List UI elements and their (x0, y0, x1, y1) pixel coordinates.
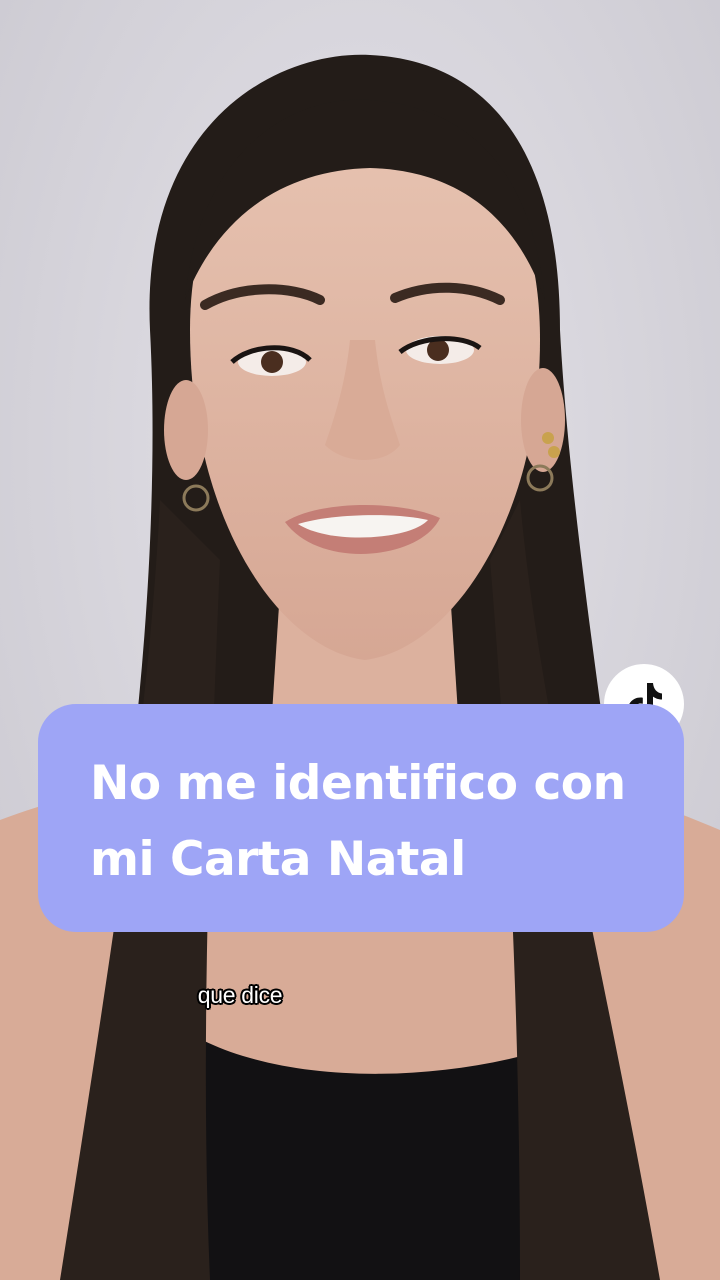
title-line-1: No me identifico con (90, 756, 626, 811)
video-frame[interactable] (0, 0, 720, 1280)
subtitle-caption: que dice (197, 982, 283, 1008)
title-line-2: mi Carta Natal (90, 832, 466, 887)
title-card: No me identifico con mi Carta Natal (38, 704, 684, 932)
person-video-frame (0, 0, 720, 1280)
